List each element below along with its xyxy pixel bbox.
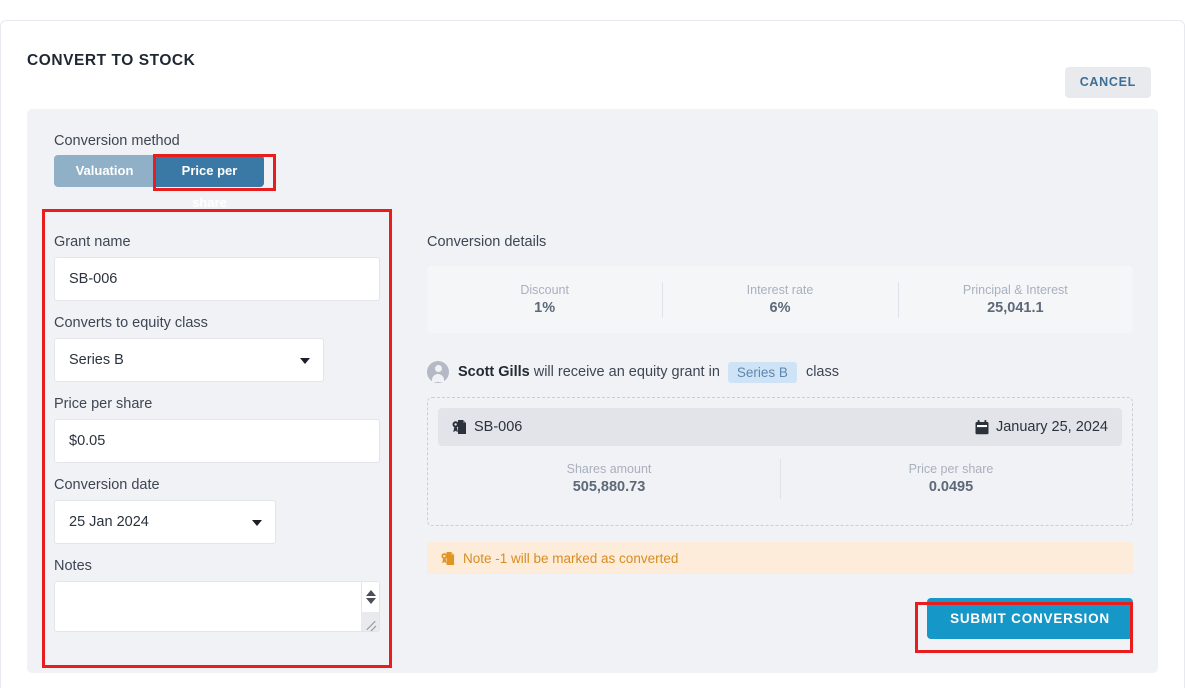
conversion-date-select[interactable]: 25 Jan 2024: [54, 500, 276, 544]
convert-to-stock-page: CONVERT TO STOCK CANCEL Conversion metho…: [0, 0, 1185, 688]
stat-value: 0.0495: [928, 479, 974, 495]
conversion-details-title: Conversion details: [427, 234, 547, 250]
grant-preview-name-wrap: SB-006: [452, 419, 522, 435]
equity-class-select-wrap[interactable]: Series B: [54, 338, 324, 382]
grant-preview-name: SB-006: [474, 419, 523, 435]
notes-label: Notes: [54, 558, 92, 574]
recipient-text-after: class: [805, 364, 839, 380]
grant-preview-date-wrap: January 25, 2024: [975, 419, 1108, 435]
grant-preview-header: SB-006 January 25, 2024: [438, 408, 1122, 446]
stat-value: 6%: [769, 300, 791, 316]
field-equity-class: Converts to equity class Series B: [54, 315, 390, 382]
price-per-share-input[interactable]: [54, 419, 380, 463]
price-per-share-label: Price per share: [54, 396, 153, 412]
avatar-icon: [427, 361, 449, 383]
recipient-text-before: will receive an equity grant in: [533, 364, 720, 380]
resize-handle[interactable]: [361, 612, 379, 631]
equity-class-select[interactable]: Series B: [54, 338, 324, 382]
note-warning-banner: Note -1 will be marked as converted: [427, 542, 1133, 574]
conversion-date-label: Conversion date: [54, 477, 160, 493]
chevron-up-icon[interactable]: [365, 590, 376, 596]
cancel-button[interactable]: CANCEL: [1064, 67, 1151, 98]
conversion-method-toggle-group: Valuation Price per share: [54, 155, 264, 210]
field-conversion-date: Conversion date 25 Jan 2024: [54, 477, 390, 544]
stat-label: Shares amount: [566, 462, 652, 476]
stat-label: Discount: [520, 283, 569, 297]
grant-name-input[interactable]: [54, 257, 380, 301]
equity-class-badge: Series B: [727, 361, 797, 383]
page-title: CONVERT TO STOCK: [27, 52, 196, 69]
field-grant-name: Grant name: [54, 234, 390, 301]
grant-name-label: Grant name: [54, 234, 131, 250]
body-panel: Conversion method Valuation Price per sh…: [27, 109, 1158, 673]
stat-label: Interest rate: [746, 283, 814, 297]
calendar-icon: [975, 419, 989, 435]
stat-value: 505,880.73: [572, 479, 646, 495]
submit-row: SUBMIT CONVERSION: [427, 598, 1133, 639]
field-notes: Notes: [54, 558, 390, 632]
notes-wrap: [54, 581, 380, 632]
stat-principal-interest: Principal & Interest 25,041.1: [897, 281, 1133, 318]
recipient-name: Scott Gills: [458, 364, 530, 380]
modal-card: CONVERT TO STOCK CANCEL Conversion metho…: [0, 20, 1185, 688]
toggle-price-per-share[interactable]: Price per share: [155, 155, 264, 210]
recipient-line: Scott Gills will receive an equity grant…: [427, 361, 1133, 383]
conversion-form: Grant name Converts to equity class Seri…: [54, 234, 390, 646]
certificate-icon: [452, 419, 467, 435]
conversion-details: Conversion details Discount 1% Interest …: [427, 234, 1133, 639]
equity-class-label: Converts to equity class: [54, 315, 208, 331]
grant-preview-stats: Shares amount 505,880.73 Price per share…: [438, 458, 1122, 499]
toggle-valuation[interactable]: Valuation: [54, 155, 155, 187]
grant-stat-shares-amount: Shares amount 505,880.73: [438, 462, 780, 495]
conversion-stat-strip: Discount 1% Interest rate 6% Principal &…: [427, 266, 1133, 333]
certificate-icon: [441, 551, 455, 566]
card-header: CONVERT TO STOCK CANCEL: [1, 21, 1184, 98]
note-warning-text: Note -1 will be marked as converted: [463, 550, 679, 566]
grant-preview-date: January 25, 2024: [995, 419, 1108, 435]
notes-stepper[interactable]: [361, 582, 379, 612]
stat-label: Principal & Interest: [962, 283, 1068, 297]
field-price-per-share: Price per share: [54, 396, 390, 463]
stat-label: Price per share: [908, 462, 994, 476]
conversion-date-select-wrap[interactable]: 25 Jan 2024: [54, 500, 276, 544]
conversion-method-label: Conversion method: [54, 133, 180, 149]
chevron-down-icon[interactable]: [365, 598, 376, 604]
stat-value: 25,041.1: [987, 300, 1044, 316]
grant-stat-price-per-share: Price per share 0.0495: [780, 458, 1122, 499]
grant-preview-box: SB-006 January 25, 2024 Shares amount 50…: [427, 397, 1133, 526]
stat-interest-rate: Interest rate 6%: [662, 281, 897, 318]
submit-conversion-button[interactable]: SUBMIT CONVERSION: [927, 598, 1133, 639]
stat-discount: Discount 1%: [427, 283, 662, 316]
stat-value: 1%: [534, 300, 556, 316]
notes-input[interactable]: [54, 581, 380, 632]
